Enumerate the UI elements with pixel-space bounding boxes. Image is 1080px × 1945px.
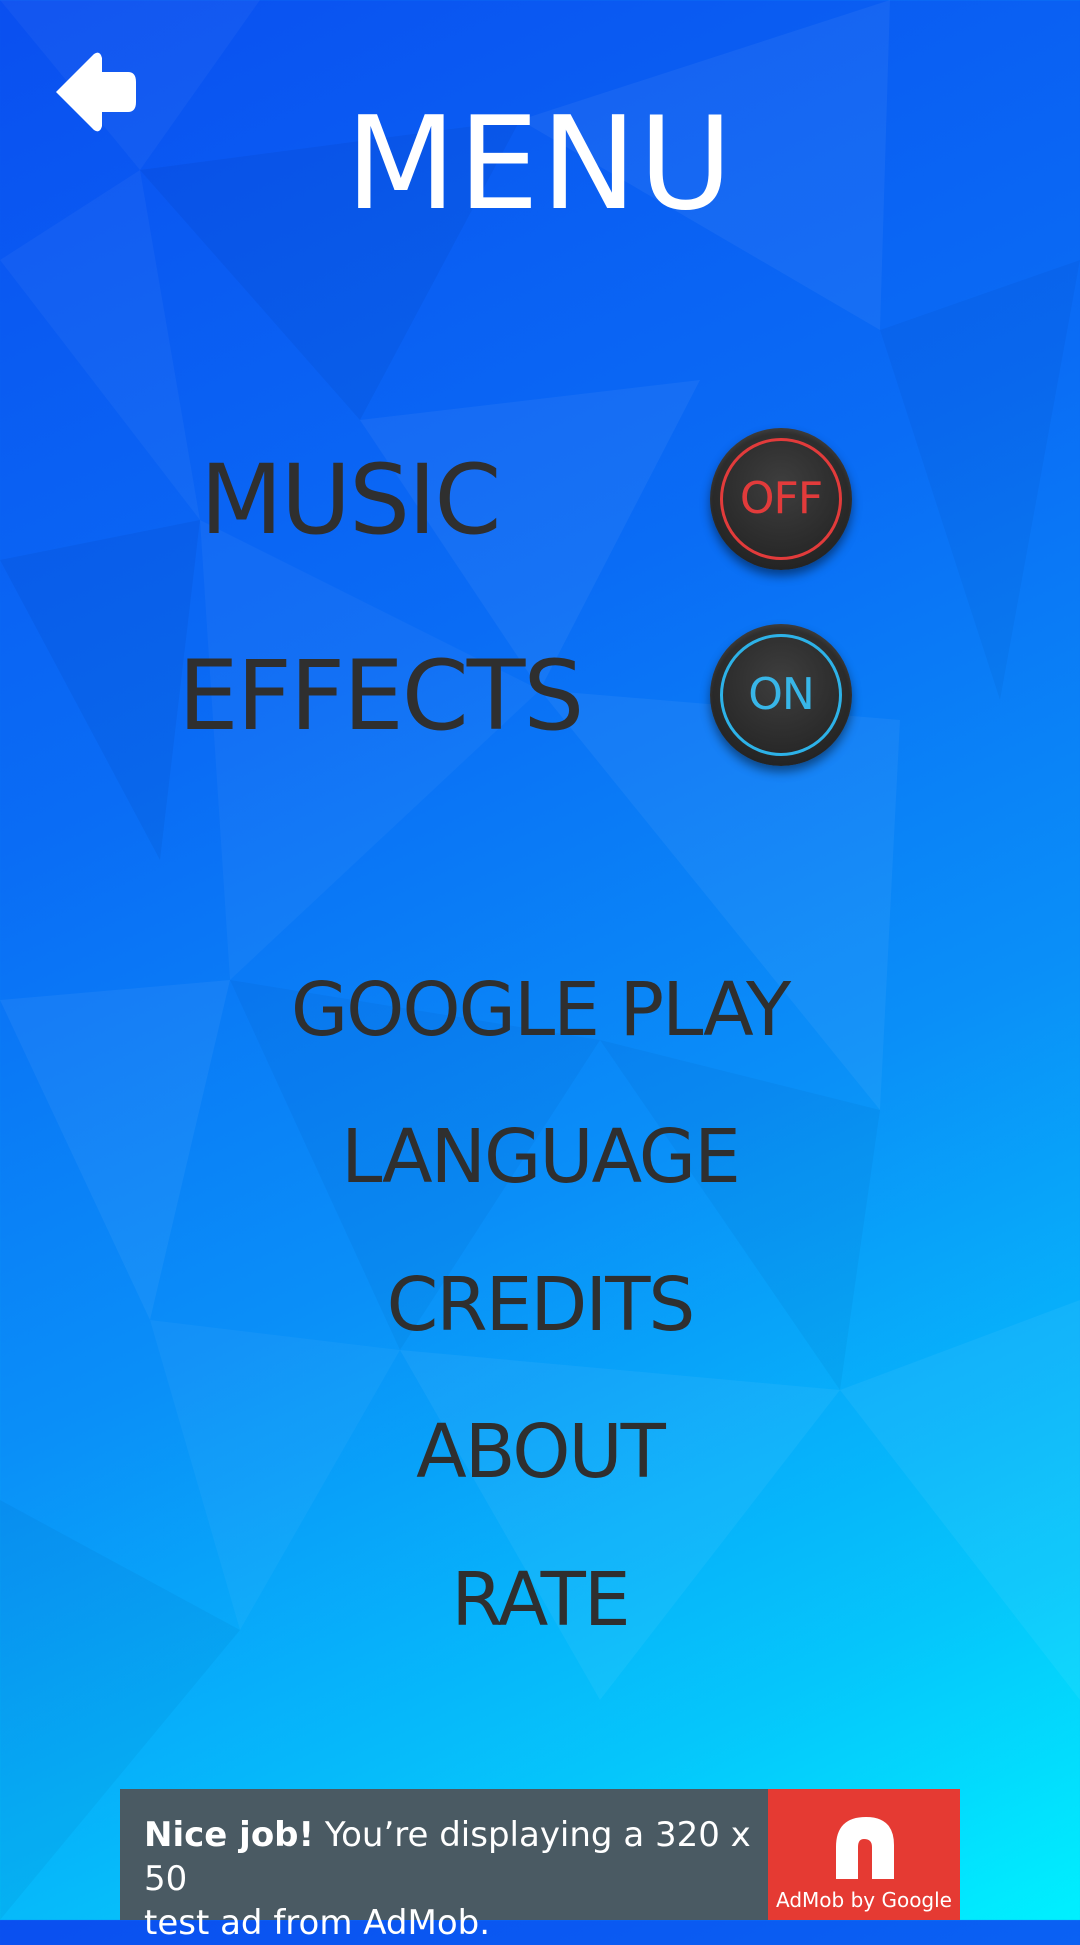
admob-logo: AdMob by Google [768,1789,960,1920]
ad-banner[interactable]: Nice job! You’re displaying a 320 x 50 t… [120,1789,960,1943]
menu-item-credits[interactable]: CREDITS [0,1260,1080,1350]
menu-item-language[interactable]: LANGUAGE [0,1112,1080,1202]
effects-toggle-button[interactable]: ON [710,624,852,766]
music-label: MUSIC [200,444,501,556]
effects-toggle-state: ON [748,669,815,720]
admob-icon [836,1817,894,1879]
menu-item-about[interactable]: ABOUT [0,1407,1080,1497]
music-toggle-state: OFF [739,473,823,524]
menu-item-rate[interactable]: RATE [0,1555,1080,1645]
effects-label: EFFECTS [178,640,584,752]
ad-text: Nice job! You’re displaying a 320 x 50 t… [120,1789,768,1943]
music-toggle-button[interactable]: OFF [710,428,852,570]
admob-caption: AdMob by Google [776,1888,952,1912]
ad-line-1: Nice job! You’re displaying a 320 x 50 [144,1813,768,1901]
menu-item-google-play[interactable]: GOOGLE PLAY [0,965,1080,1055]
ad-bold-text: Nice job! [144,1815,315,1855]
ad-body-line2: test ad from AdMob. [144,1903,491,1943]
page-title: MENU [345,90,735,239]
